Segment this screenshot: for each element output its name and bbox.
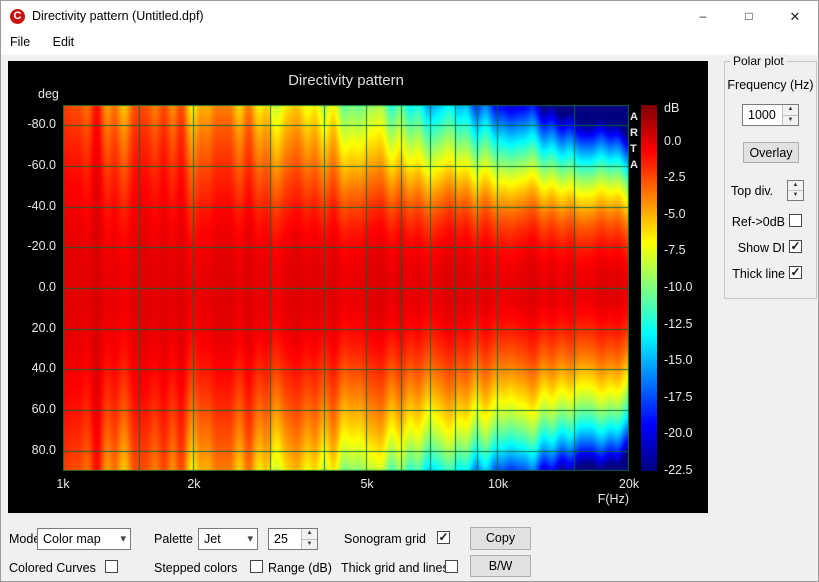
top-div-spinner[interactable]: ▲ ▼ <box>787 180 804 201</box>
frequency-spin-buttons: ▲ ▼ <box>782 105 798 125</box>
range-value: 25 <box>274 532 288 546</box>
y-tick-label: -80.0 <box>8 117 56 131</box>
colorbar-tick-label: -10.0 <box>664 280 693 294</box>
y-tick-label: 0.0 <box>8 280 56 294</box>
polar-plot-group: Polar plot Frequency (Hz) 1000 ▲ ▼ Overl… <box>724 61 817 299</box>
colorbar-tick-label: -2.5 <box>664 170 686 184</box>
sonogram-plot-area: Directivity pattern deg dB F(Hz) -80.0 -6… <box>8 61 708 513</box>
colored-curves-checkbox[interactable] <box>105 560 118 573</box>
chevron-down-icon: ▾ <box>247 532 253 545</box>
show-di-label: Show DI <box>725 241 785 255</box>
y-tick-label: -20.0 <box>8 239 56 253</box>
show-di-checkbox[interactable]: ✓ <box>789 240 802 253</box>
spin-down-icon[interactable]: ▼ <box>783 116 798 126</box>
arta-letter: A <box>630 159 638 171</box>
range-db-label: Range (dB) <box>268 561 332 575</box>
app-icon: C <box>10 9 25 24</box>
sonogram-grid-checkbox[interactable]: ✓ <box>437 531 450 544</box>
palette-value: Jet <box>204 532 221 546</box>
titlebar: C Directivity pattern (Untitled.dpf) – □… <box>1 1 818 32</box>
arta-letter: T <box>630 143 637 155</box>
sonogram-canvas[interactable] <box>63 105 629 471</box>
x-tick-label: 10k <box>483 477 513 491</box>
palette-label: Palette <box>154 532 193 546</box>
y-axis-unit: deg <box>38 87 59 101</box>
colorbar-tick-label: -5.0 <box>664 207 686 221</box>
spin-down-icon[interactable]: ▼ <box>302 540 317 550</box>
range-spin-buttons: ▲ ▼ <box>301 529 317 549</box>
sonogram-grid-label: Sonogram grid <box>344 532 426 546</box>
plot-title: Directivity pattern <box>63 72 629 89</box>
ref-0db-label: Ref->0dB <box>725 215 785 229</box>
colorbar-tick-label: -22.5 <box>664 463 693 477</box>
colorbar-tick-label: -17.5 <box>664 390 693 404</box>
colorbar-tick-label: -12.5 <box>664 317 693 331</box>
colorbar-tick-label: 0.0 <box>664 134 681 148</box>
copy-button[interactable]: Copy <box>470 527 531 550</box>
spin-down-icon[interactable]: ▼ <box>788 191 803 200</box>
colorbar-tick-label: -20.0 <box>664 426 693 440</box>
colorbar-tick-label: -7.5 <box>664 243 686 257</box>
menu-file[interactable]: File <box>1 32 39 49</box>
spin-up-icon[interactable]: ▲ <box>783 105 798 116</box>
colorbar-tick-label: -15.0 <box>664 353 693 367</box>
colored-curves-label: Colored Curves <box>9 561 96 575</box>
x-axis-unit: F(Hz) <box>549 492 629 506</box>
menu-edit[interactable]: Edit <box>44 32 84 49</box>
colorbar-unit: dB <box>664 101 679 115</box>
mode-select[interactable]: Color map ▾ <box>37 528 131 550</box>
top-div-spin-buttons: ▲ ▼ <box>788 181 803 200</box>
close-button[interactable]: ✕ <box>772 1 818 32</box>
spin-up-icon[interactable]: ▲ <box>788 181 803 191</box>
minimize-button[interactable]: – <box>680 1 726 32</box>
y-tick-label: 60.0 <box>8 402 56 416</box>
frequency-label: Frequency (Hz) <box>725 78 816 92</box>
y-tick-label: 80.0 <box>8 443 56 457</box>
arta-letter: R <box>630 127 638 139</box>
range-spinner[interactable]: 25 ▲ ▼ <box>268 528 318 550</box>
y-tick-label: 20.0 <box>8 321 56 335</box>
thick-grid-label: Thick grid and lines <box>341 561 449 575</box>
x-tick-label: 20k <box>614 477 644 491</box>
mode-value: Color map <box>43 532 101 546</box>
arta-letter: A <box>630 111 638 123</box>
spin-up-icon[interactable]: ▲ <box>302 529 317 540</box>
thick-line-checkbox[interactable]: ✓ <box>789 266 802 279</box>
ref-0db-checkbox[interactable] <box>789 214 802 227</box>
thick-line-label: Thick line <box>725 267 785 281</box>
bw-button[interactable]: B/W <box>470 555 531 577</box>
frequency-spinner[interactable]: 1000 ▲ ▼ <box>742 104 799 126</box>
polar-plot-group-title: Polar plot <box>730 54 787 68</box>
menu-bar: File Edit <box>1 32 818 55</box>
stepped-colors-label: Stepped colors <box>154 561 237 575</box>
mode-label: Mode <box>9 532 40 546</box>
colorbar <box>641 105 657 471</box>
app-window: C Directivity pattern (Untitled.dpf) – □… <box>0 0 819 582</box>
top-div-label: Top div. <box>731 184 773 198</box>
overlay-button[interactable]: Overlay <box>743 142 799 163</box>
thick-grid-checkbox[interactable] <box>445 560 458 573</box>
y-tick-label: -60.0 <box>8 158 56 172</box>
frequency-value: 1000 <box>748 108 776 122</box>
y-tick-label: 40.0 <box>8 361 56 375</box>
x-tick-label: 1k <box>48 477 78 491</box>
x-tick-label: 2k <box>179 477 209 491</box>
x-tick-label: 5k <box>352 477 382 491</box>
window-title: Directivity pattern (Untitled.dpf) <box>32 1 204 32</box>
palette-select[interactable]: Jet ▾ <box>198 528 258 550</box>
y-tick-label: -40.0 <box>8 199 56 213</box>
stepped-colors-checkbox[interactable] <box>250 560 263 573</box>
chevron-down-icon: ▾ <box>120 532 126 545</box>
maximize-button[interactable]: □ <box>726 1 772 32</box>
